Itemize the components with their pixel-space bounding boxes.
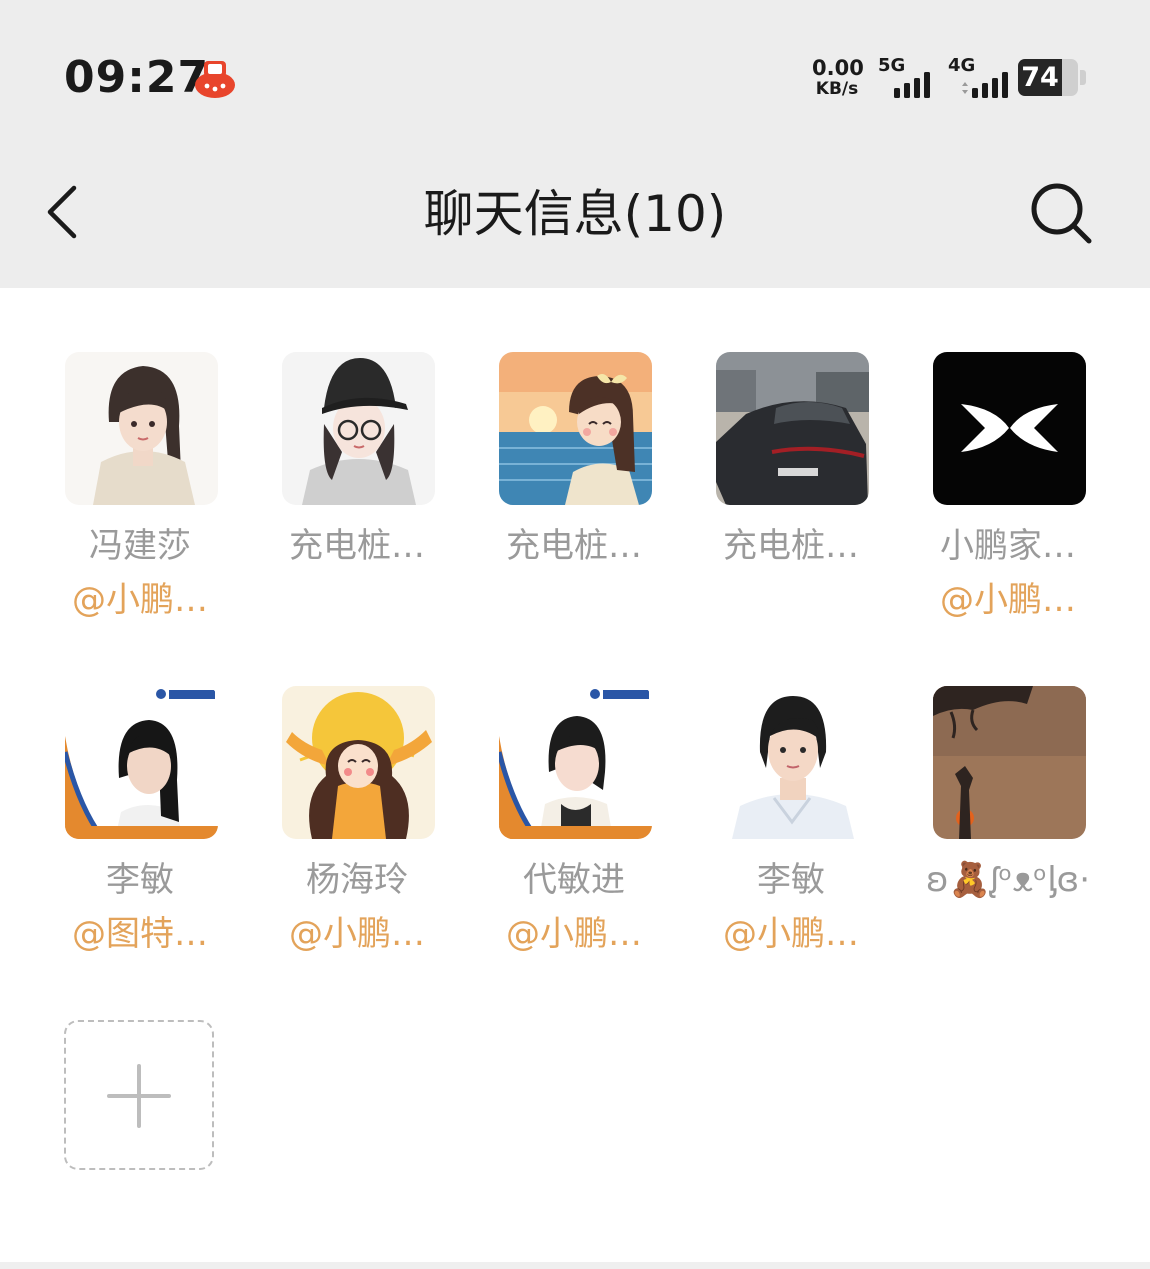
member-tag: @小鹏… [506,914,642,954]
member-avatar [282,686,435,839]
member-item[interactable]: ʚ🧸ᶘᵒᴥᵒᶅɞ· [908,686,1108,976]
signal-bars-icon [894,72,930,98]
member-name: ʚ🧸ᶘᵒᴥᵒᶅɞ· [925,860,1091,900]
member-item[interactable]: 李敏 @图特… [40,686,240,976]
member-name: 充电桩… [506,526,642,566]
member-name: 李敏 [757,860,825,900]
member-name: 充电桩… [289,526,425,566]
network-speed-value: 0.00 [812,56,864,80]
member-name: 代敏进 [523,860,625,900]
member-name: 冯建莎 [89,526,191,566]
member-avatar [716,352,869,505]
member-name: 李敏 [106,860,174,900]
member-avatar [933,686,1086,839]
member-avatar [65,686,218,839]
member-tag: @小鹏… [723,914,859,954]
network-speed: 0.00 KB/s [812,56,864,99]
member-item[interactable]: 充电桩… [257,352,457,642]
battery-percent: 74 [1021,62,1059,93]
search-button[interactable] [1026,178,1094,246]
member-name: 充电桩… [723,526,859,566]
member-avatar [65,352,218,505]
plus-icon [107,1064,171,1128]
bottom-divider [0,1262,1150,1269]
member-tag: @小鹏… [72,580,208,620]
member-tag: @小鹏… [289,914,425,954]
member-avatar [499,686,652,839]
tomato-app-icon [194,59,236,99]
member-avatar [282,352,435,505]
member-item[interactable]: 冯建莎 @小鹏… [40,352,240,642]
member-item[interactable]: 代敏进 @小鹏… [474,686,674,976]
member-avatar [716,686,869,839]
member-item[interactable]: 小鹏家… @小鹏… [908,352,1108,642]
member-item[interactable]: 杨海玲 @小鹏… [257,686,457,976]
network-speed-unit: KB/s [815,79,859,99]
member-item[interactable]: 充电桩… [691,352,891,642]
member-avatar [499,352,652,505]
search-icon [1031,183,1092,244]
member-tag: @图特… [72,914,208,954]
member-name: 杨海玲 [306,860,408,900]
battery-tip [1080,70,1086,85]
signal-bars-icon [962,72,1008,98]
status-time: 09:27 [64,52,210,103]
member-name: 小鹏家… [940,526,1076,566]
add-member-button[interactable] [64,1020,214,1170]
member-avatar [933,352,1086,505]
member-item[interactable]: 充电桩… [474,352,674,642]
battery-indicator: 74 [1018,59,1078,96]
member-item[interactable]: 李敏 @小鹏… [691,686,891,976]
member-tag: @小鹏… [940,580,1076,620]
page-title: 聊天信息(10) [423,185,727,243]
